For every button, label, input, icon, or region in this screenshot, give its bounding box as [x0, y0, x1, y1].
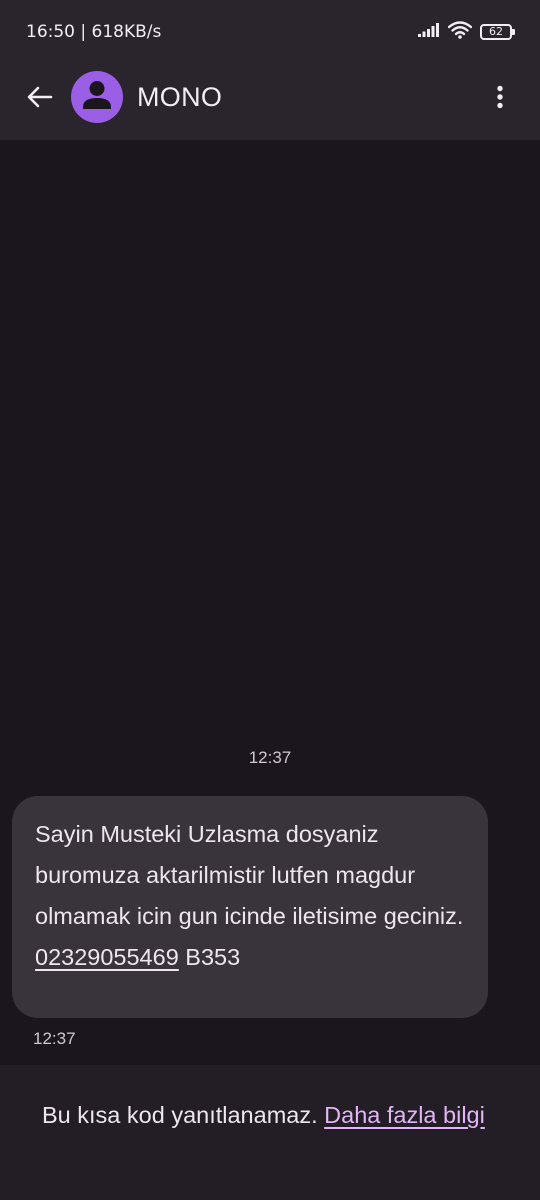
messages-screen: 16:50 | 618KB/s 62 MONO 12:37 Sayin Must…	[0, 0, 540, 1200]
status-time: 16:50	[26, 22, 75, 42]
conversation-app-bar: MONO	[0, 62, 540, 140]
contact-avatar[interactable]	[71, 71, 123, 123]
back-button[interactable]	[20, 79, 60, 119]
person-icon	[71, 71, 123, 123]
short-code-notice: Bu kısa kod yanıtlanamaz. Daha fazla bil…	[0, 1065, 540, 1200]
status-separator: |	[80, 22, 92, 42]
more-options-button[interactable]	[480, 79, 520, 119]
notice-text: Bu kısa kod yanıtlanamaz.	[42, 1102, 325, 1128]
more-vert-icon	[496, 85, 504, 114]
battery-level: 62	[489, 25, 503, 38]
message-text: Sayin Musteki Uzlasma dosyaniz buromuza …	[35, 821, 464, 929]
learn-more-link[interactable]: Daha fazla bilgi	[324, 1102, 485, 1128]
status-network-speed: 618KB/s	[91, 22, 162, 42]
status-icons: 62	[418, 20, 515, 44]
phone-number-link[interactable]: 02329055469	[35, 944, 179, 970]
message-timestamp: 12:37	[33, 1029, 76, 1048]
notice-text-block: Bu kısa kod yanıtlanamaz. Daha fazla bil…	[42, 1094, 502, 1136]
message-suffix: B353	[178, 944, 241, 970]
signal-icon	[418, 22, 440, 42]
back-arrow-icon	[27, 86, 53, 113]
contact-name[interactable]: MONO	[137, 82, 222, 113]
status-left: 16:50 | 618KB/s	[26, 22, 161, 42]
battery-icon: 62	[480, 24, 515, 40]
message-bubble[interactable]: Sayin Musteki Uzlasma dosyaniz buromuza …	[12, 796, 488, 1018]
date-divider: 12:37	[248, 748, 292, 767]
wifi-icon	[447, 20, 473, 44]
status-bar: 16:50 | 618KB/s 62	[0, 0, 540, 62]
